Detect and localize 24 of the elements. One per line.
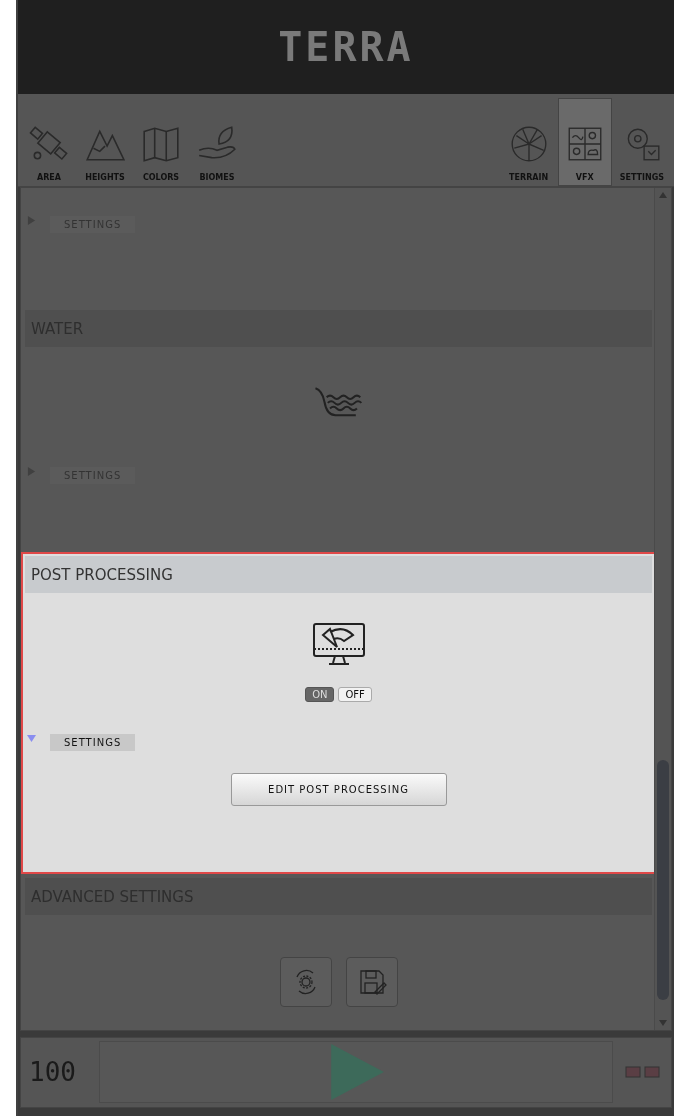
chips-icon[interactable] — [623, 1064, 663, 1081]
save-button[interactable] — [345, 957, 398, 1008]
tool-tab[interactable]: SETTINGS — [613, 98, 670, 187]
edit-post-processing-button[interactable]: EDIT POST PROCESSING — [230, 773, 447, 807]
play-button[interactable] — [99, 1041, 613, 1104]
monitor-gauge-icon — [310, 621, 367, 668]
counter-display: 100 — [29, 1057, 77, 1088]
tool-tab[interactable]: VFX — [557, 98, 612, 187]
expanded-arrow-icon[interactable] — [27, 734, 36, 744]
on-button[interactable]: ON — [305, 687, 335, 703]
logo: TERRA — [278, 24, 414, 71]
scrollbar[interactable] — [654, 188, 671, 1030]
tool-tab[interactable]: HEIGHTS — [78, 98, 132, 187]
tool-tab[interactable]: TERRAIN — [501, 98, 556, 187]
reset-settings-button[interactable] — [279, 957, 332, 1008]
scroll-down-icon[interactable] — [659, 1019, 667, 1026]
off-button[interactable]: OFF — [338, 687, 372, 703]
tool-tab[interactable]: BIOMES — [190, 98, 244, 187]
scroll-up-icon[interactable] — [659, 192, 667, 199]
settings-foldout[interactable]: SETTINGS — [50, 734, 136, 752]
scroll-thumb[interactable] — [657, 759, 669, 1000]
tool-tab[interactable]: COLORS — [134, 98, 188, 187]
section-title: POST PROCESSING — [31, 566, 173, 584]
tool-tab[interactable]: AREA — [22, 98, 76, 187]
